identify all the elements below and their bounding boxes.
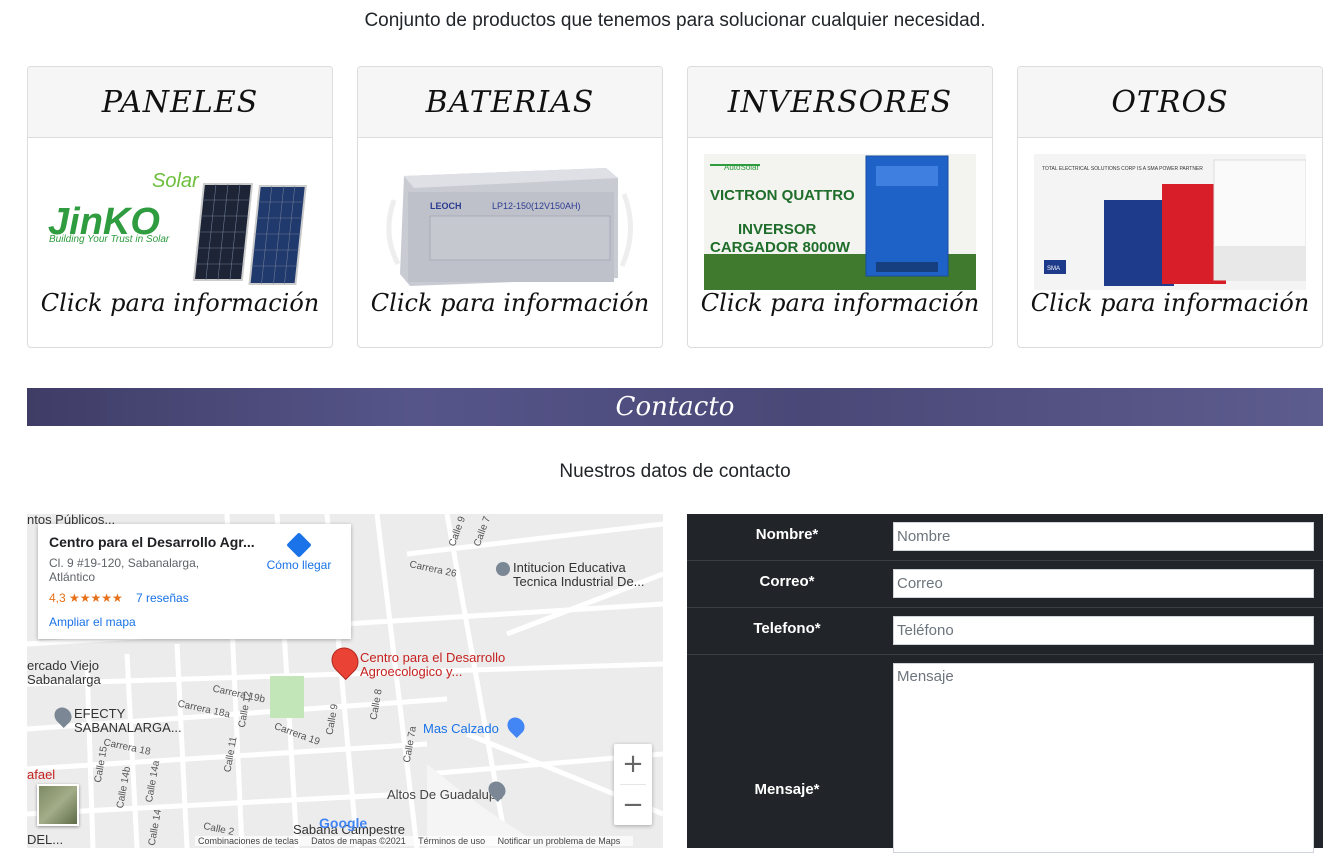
keyboard-shortcuts-link[interactable]: Combinaciones de teclas [198,836,299,846]
svg-text:TOTAL ELECTRICAL SOLUTIONS COR: TOTAL ELECTRICAL SOLUTIONS CORP IS A SMA… [1042,166,1203,172]
card-info-link[interactable]: Click para información [688,289,992,317]
product-card-otros[interactable]: OTROS TOTAL ELECTRICAL SOLUTIONS CORP IS… [1017,66,1323,348]
map-label-del[interactable]: DEL... [27,832,63,847]
card-title: OTROS [1018,67,1322,138]
svg-text:AutoSolar: AutoSolar [724,163,759,172]
name-label: Nombre* [755,526,819,543]
svg-text:Solar: Solar [152,170,200,192]
report-problem-link[interactable]: Notificar un problema de Maps [498,836,621,846]
map-info-card: Centro para el Desarrollo Agr... Cl. 9 #… [38,524,351,639]
product-card-inversores[interactable]: INVERSORES AutoSolar VICTRON QUATTRO INV… [687,66,993,348]
place-address: Cl. 9 #19-120, Sabanalarga, Atlántico [49,556,200,584]
directions-label: Cómo llegar [266,558,332,572]
battery-image: LEOCH LP12-150(12V150AH) [374,154,646,290]
place-rating: 4,3 ★★★★★ [49,591,123,605]
product-card-baterias[interactable]: BATERIAS LEOCH LP12-150(12V150AH) Click … [357,66,663,348]
map-zoom-control: + − [614,744,652,825]
phone-input[interactable] [893,616,1314,645]
victron-inverter-image: AutoSolar VICTRON QUATTRO INVERSOR CARGA… [704,154,976,290]
card-title: INVERSORES [688,67,992,138]
directions-button[interactable]: Cómo llegar [264,532,334,572]
jinko-panel-image: JinKO Solar Building Your Trust in Solar [44,154,316,290]
name-input[interactable] [893,522,1314,551]
product-card-paneles[interactable]: PANELES JinKO Solar Building Your Trust … [27,66,333,348]
phone-label: Telefono* [753,620,821,637]
place-name: Centro para el Desarrollo Agr... [49,534,255,550]
svg-text:INVERSOR: INVERSOR [738,221,817,238]
zoom-out-button[interactable]: − [614,785,652,825]
map-data-text: Datos de mapas ©2021 [311,836,406,846]
card-title: PANELES [28,67,332,138]
email-input[interactable] [893,569,1314,598]
enlarge-map-link[interactable]: Ampliar el mapa [49,615,136,629]
terms-link[interactable]: Términos de uso [418,836,485,846]
google-logo: Google [319,815,368,831]
reviews-link[interactable]: 7 reseñas [136,591,189,605]
map-footer: Combinaciones de teclas Datos de mapas ©… [195,836,634,846]
svg-text:CARGADOR 8000W: CARGADOR 8000W [710,239,851,256]
form-row-email: Correo* [687,561,1323,608]
map-label-mercado[interactable]: ercado Viejo Sabanalarga [27,659,137,687]
contact-subtitle: Nuestros datos de contacto [559,461,791,482]
card-info-link[interactable]: Click para información [1018,289,1322,317]
card-info-link[interactable]: Click para información [28,289,332,317]
map-label-efecty[interactable]: EFECTY SABANALARGA... [74,707,184,735]
form-row-message: Mensaje* [687,655,1323,853]
contact-banner: Contacto [27,388,1323,426]
form-row-name: Nombre* [687,514,1323,561]
svg-text:LEOCH: LEOCH [430,201,462,211]
svg-text:LP12-150(12V150AH): LP12-150(12V150AH) [492,201,581,211]
school-pin-icon [496,561,510,576]
message-textarea[interactable] [893,663,1314,853]
map-label-rafael[interactable]: afael [27,767,55,782]
map-label-altos[interactable]: Altos De Guadalupe [387,787,503,802]
directions-icon [286,532,312,558]
email-label: Correo* [759,573,815,590]
map-label-school[interactable]: Intitucion Educativa Tecnica Industrial … [496,561,663,589]
form-row-phone: Telefono* [687,608,1323,655]
map-label-mas-calzado[interactable]: Mas Calzado [423,721,499,736]
sma-inverters-image: TOTAL ELECTRICAL SOLUTIONS CORP IS A SMA… [1034,154,1306,290]
products-intro: Conjunto de productos que tenemos para s… [364,10,986,31]
card-info-link[interactable]: Click para información [358,289,662,317]
zoom-in-button[interactable]: + [614,744,652,784]
card-title: BATERIAS [358,67,662,138]
svg-text:Building Your Trust in Solar: Building Your Trust in Solar [49,234,170,245]
contact-form: Nombre* Correo* Telefono* Mensaje* [687,514,1323,853]
map-pin-label[interactable]: Centro para el Desarrollo Agroecologico … [360,651,530,679]
google-map[interactable]: Intitucion Educativa Tecnica Industrial … [27,514,663,848]
svg-text:SMA: SMA [1047,266,1060,272]
message-label: Mensaje* [754,781,820,798]
svg-text:VICTRON QUATTRO: VICTRON QUATTRO [710,187,855,204]
satellite-toggle[interactable] [37,784,79,826]
